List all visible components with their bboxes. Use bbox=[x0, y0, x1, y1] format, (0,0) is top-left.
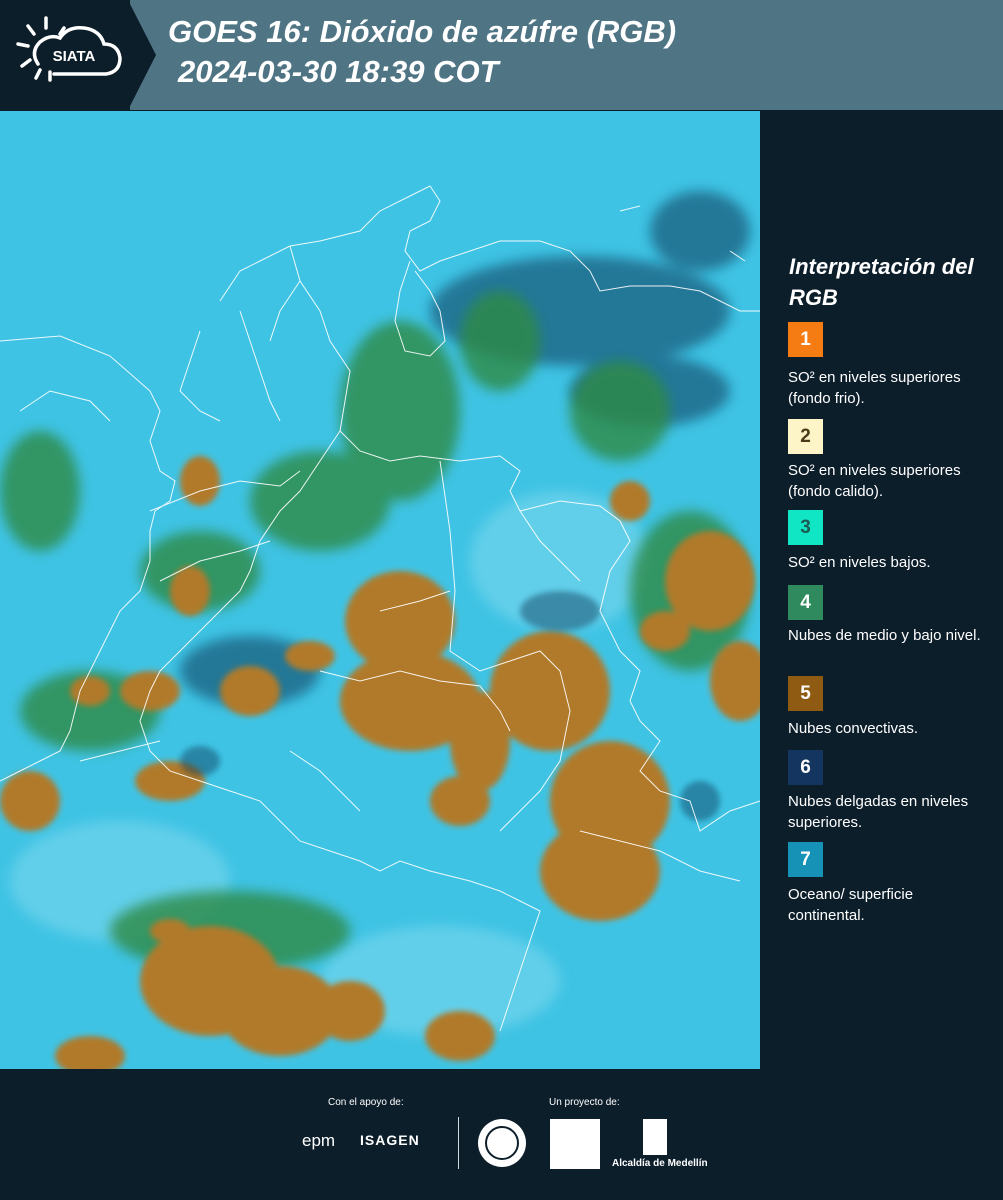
siata-logo[interactable]: SIATA bbox=[0, 0, 130, 110]
alcaldia-shield-icon bbox=[643, 1119, 667, 1155]
legend-text-6: Nubes delgadas en niveles superiores. bbox=[788, 793, 969, 831]
project-label: Un proyecto de: bbox=[549, 1097, 620, 1108]
sun-cloud-icon: SIATA bbox=[16, 16, 122, 82]
footer-divider bbox=[458, 1117, 459, 1169]
isagen-logo[interactable]: ISAGEN bbox=[360, 1132, 420, 1148]
page-title: GOES 16: Dióxido de azúfre (RGB) bbox=[168, 14, 677, 49]
swatch-number: 2 bbox=[800, 425, 811, 447]
legend-panel: Interpretación del RGB 1 SO² en niveles … bbox=[760, 111, 1003, 1069]
svg-text:SIATA: SIATA bbox=[53, 48, 96, 65]
legend-text-5: Nubes convectivas. bbox=[788, 720, 919, 737]
legend-text-4: Nubes de medio y bajo nivel. bbox=[788, 627, 981, 644]
medellin-seal-logo[interactable] bbox=[478, 1119, 526, 1167]
legend-swatch-2: 2 bbox=[788, 419, 823, 454]
legend-swatch-4: 4 bbox=[788, 585, 823, 620]
satellite-image bbox=[0, 111, 760, 1069]
epm-logo[interactable]: epm bbox=[302, 1131, 335, 1151]
legend-text-7: Oceano/ superficie continental. bbox=[788, 886, 914, 924]
timestamp: 2024-03-30 18:39 COT bbox=[178, 54, 499, 89]
swatch-number: 7 bbox=[800, 848, 811, 870]
area-metropolitana-logo[interactable] bbox=[550, 1119, 600, 1169]
legend-swatch-5: 5 bbox=[788, 676, 823, 711]
legend-swatch-7: 7 bbox=[788, 842, 823, 877]
logo-arrow bbox=[128, 0, 156, 110]
legend-swatch-6: 6 bbox=[788, 750, 823, 785]
support-label: Con el apoyo de: bbox=[328, 1097, 404, 1108]
alcaldia-label[interactable]: Alcaldía de Medellín bbox=[612, 1158, 708, 1169]
swatch-number: 5 bbox=[800, 682, 811, 704]
legend-text-1: SO² en niveles superiores (fondo frio). bbox=[788, 369, 961, 407]
swatch-number: 4 bbox=[800, 591, 811, 613]
legend-swatch-3: 3 bbox=[788, 510, 823, 545]
legend-title: Interpretación del RGB bbox=[789, 254, 974, 310]
swatch-number: 6 bbox=[800, 756, 811, 778]
legend-swatch-1: 1 bbox=[788, 322, 823, 357]
header-bar: SIATA GOES 16: Dióxido de azúfre (RGB) 2… bbox=[0, 0, 1003, 110]
legend-text-3: SO² en niveles bajos. bbox=[788, 554, 931, 571]
swatch-number: 1 bbox=[800, 328, 811, 350]
swatch-number: 3 bbox=[800, 516, 811, 538]
legend-text-2: SO² en niveles superiores (fondo calido)… bbox=[788, 462, 961, 500]
seal-ring-icon bbox=[485, 1126, 519, 1160]
footer: Con el apoyo de: Un proyecto de: epm ISA… bbox=[0, 1069, 1003, 1200]
satellite-map[interactable] bbox=[0, 111, 760, 1069]
